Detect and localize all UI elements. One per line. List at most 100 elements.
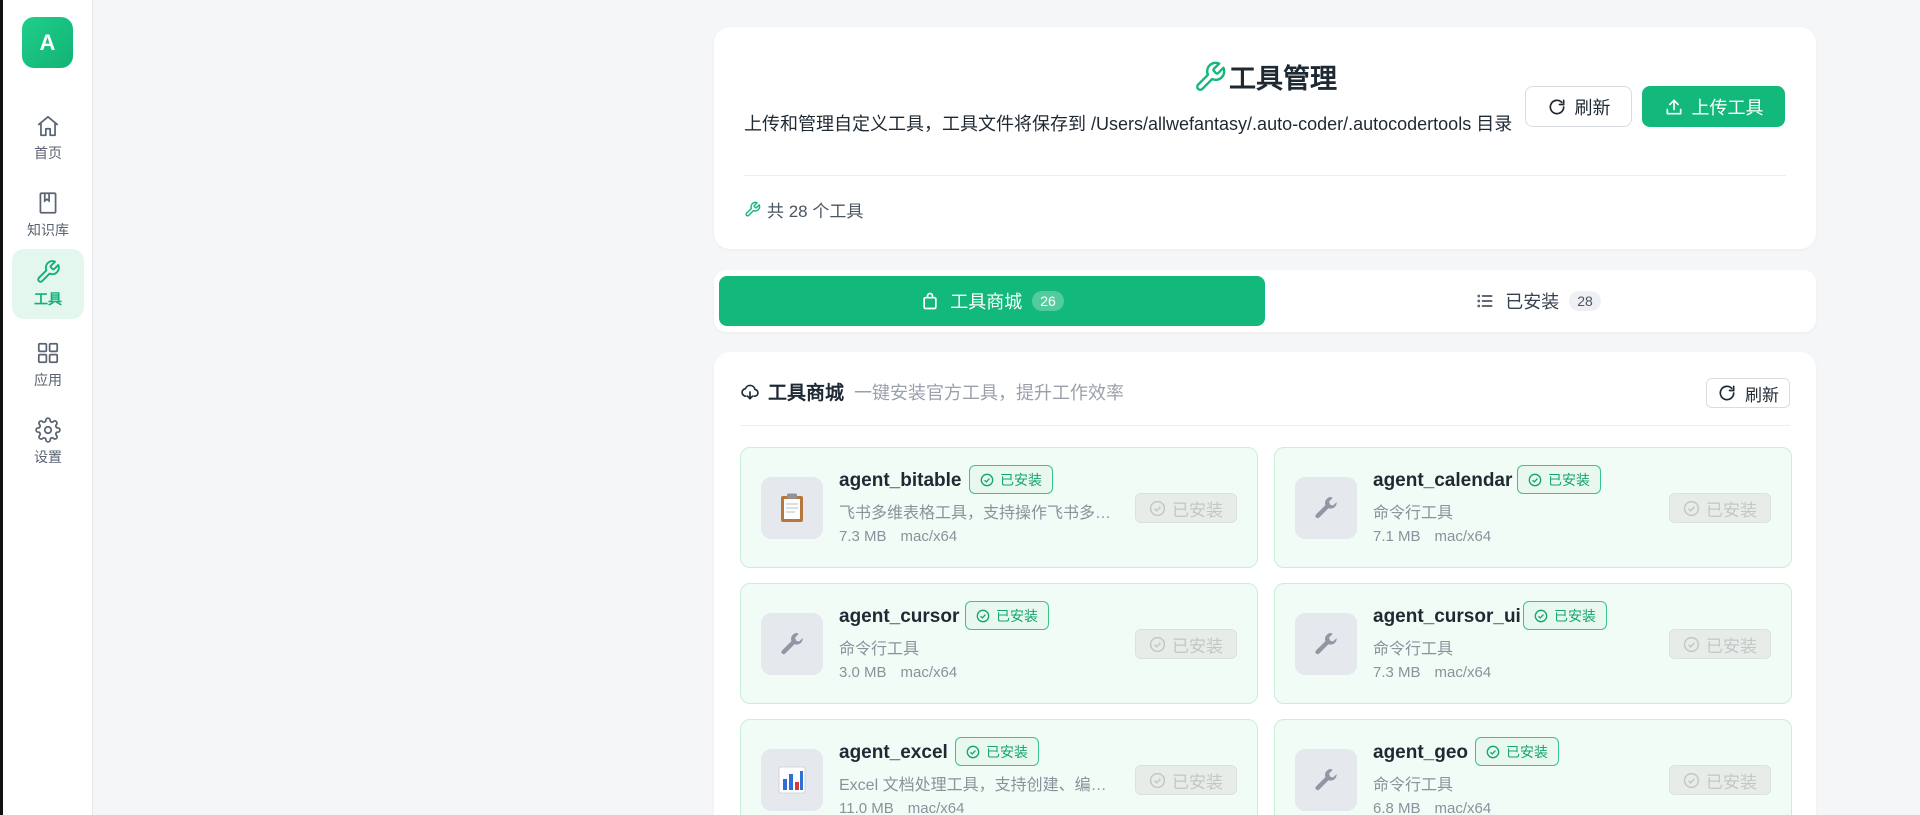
tool-icon-box xyxy=(761,477,823,539)
tool-name: agent_geo xyxy=(1373,742,1469,763)
tab-installed[interactable]: 已安装 28 xyxy=(1265,276,1811,326)
tool-meta: 3.0 MB mac/x64 xyxy=(839,664,957,681)
book-icon xyxy=(39,192,57,214)
tool-count: 共 28 个工具 xyxy=(744,197,863,222)
store-header: 工具商城 一键安装官方工具，提升工作效率 xyxy=(740,378,1124,405)
installed-button-label: 已安装 xyxy=(1706,772,1757,792)
tool-platform: mac/x64 xyxy=(1434,664,1492,681)
sidebar-item-label: 应用 xyxy=(34,372,62,388)
tool-description: Excel 文档处理工具，支持创建、编辑... xyxy=(839,777,1114,794)
check-circle-icon xyxy=(1528,473,1542,486)
tab-count-badge: 28 xyxy=(1569,291,1601,311)
installed-button[interactable]: 已安装 xyxy=(1135,765,1237,795)
tool-card-agent-bitable[interactable]: agent_bitable 已安装 飞书多维表格工具，支持操作飞书多维... 7… xyxy=(740,447,1258,568)
refresh-button[interactable]: 刷新 xyxy=(1525,86,1632,127)
store-subtitle: 一键安装官方工具，提升工作效率 xyxy=(854,382,1125,403)
upload-tool-button[interactable]: 上传工具 xyxy=(1642,86,1785,127)
sidebar-item-home[interactable]: 首页 xyxy=(12,103,84,173)
badge-label: 已安装 xyxy=(1506,743,1548,760)
wrench-icon xyxy=(745,201,761,217)
wrench-icon xyxy=(1315,497,1337,519)
installed-badge: 已安装 xyxy=(1475,737,1559,766)
header-card: 工具管理 上传和管理自定义工具，工具文件将保存到 /Users/allwefan… xyxy=(714,27,1816,249)
tool-platform: mac/x64 xyxy=(1434,800,1492,815)
installed-badge: 已安装 xyxy=(955,737,1039,766)
tab-count-badge: 26 xyxy=(1032,291,1064,311)
tool-card-agent-cursor-ui[interactable]: agent_cursor_ui 已安装 命令行工具 7.3 MB mac/x64… xyxy=(1274,583,1792,704)
cloud-download-icon xyxy=(741,384,759,399)
tool-card-agent-calendar[interactable]: agent_calendar 已安装 命令行工具 7.1 MB mac/x64 … xyxy=(1274,447,1792,568)
bar-chart-icon xyxy=(778,766,806,794)
divider xyxy=(740,425,1790,426)
home-icon xyxy=(37,115,59,137)
check-circle-icon xyxy=(1534,609,1548,622)
tool-card-agent-excel[interactable]: agent_excel 已安装 Excel 文档处理工具，支持创建、编辑... … xyxy=(740,719,1258,815)
check-circle-icon xyxy=(976,609,990,622)
check-circle-icon xyxy=(1149,500,1166,516)
tool-card-agent-cursor[interactable]: agent_cursor 已安装 命令行工具 3.0 MB mac/x64 已安… xyxy=(740,583,1258,704)
upload-button-label: 上传工具 xyxy=(1691,97,1764,118)
sidebar: A 首页 知识库 工具 应用 设置 xyxy=(3,0,93,815)
tool-description: 命令行工具 xyxy=(1373,641,1454,658)
tab-store[interactable]: 工具商城 26 xyxy=(719,276,1265,326)
refresh-button-label: 刷新 xyxy=(1574,97,1611,118)
tool-card-agent-geo[interactable]: agent_geo 已安装 命令行工具 6.8 MB mac/x64 已安装 xyxy=(1274,719,1792,815)
upload-icon xyxy=(1666,99,1681,114)
divider xyxy=(744,175,1786,176)
grid-icon xyxy=(37,342,59,364)
store-refresh-label: 刷新 xyxy=(1745,385,1779,405)
tool-platform: mac/x64 xyxy=(1434,528,1492,545)
tool-name: agent_excel xyxy=(839,742,948,763)
sidebar-item-label: 知识库 xyxy=(27,222,69,238)
badge-label: 已安装 xyxy=(996,607,1038,624)
check-circle-icon xyxy=(1683,772,1700,788)
tool-meta: 7.1 MB mac/x64 xyxy=(1373,528,1491,545)
wrench-icon xyxy=(1196,61,1226,91)
installed-button[interactable]: 已安装 xyxy=(1669,629,1771,659)
gear-icon xyxy=(35,417,61,443)
store-refresh-button[interactable]: 刷新 xyxy=(1706,378,1790,408)
sidebar-item-settings[interactable]: 设置 xyxy=(12,407,84,477)
tool-meta: 6.8 MB mac/x64 xyxy=(1373,800,1491,815)
list-icon xyxy=(1477,294,1493,308)
clipboard-icon xyxy=(781,493,803,522)
tool-name: agent_cursor xyxy=(839,606,960,627)
tab-label: 已安装 xyxy=(1505,292,1560,312)
installed-button[interactable]: 已安装 xyxy=(1135,493,1237,523)
tool-platform: mac/x64 xyxy=(907,800,965,815)
installed-button[interactable]: 已安装 xyxy=(1669,765,1771,795)
sidebar-item-label: 工具 xyxy=(34,291,62,307)
refresh-icon xyxy=(1719,385,1735,401)
installed-button-label: 已安装 xyxy=(1172,772,1223,792)
bag-icon xyxy=(923,292,937,310)
badge-label: 已安装 xyxy=(986,743,1028,760)
tool-icon-box xyxy=(1295,749,1357,811)
check-circle-icon xyxy=(966,745,980,758)
installed-badge: 已安装 xyxy=(965,601,1049,630)
installed-button-label: 已安装 xyxy=(1706,636,1757,656)
tool-size: 6.8 MB xyxy=(1373,800,1421,815)
tabs-bar: 工具商城 26 已安装 28 xyxy=(714,270,1816,332)
tool-meta: 7.3 MB mac/x64 xyxy=(1373,664,1491,681)
installed-button[interactable]: 已安装 xyxy=(1135,629,1237,659)
tool-name: agent_bitable xyxy=(839,470,962,491)
tool-description: 飞书多维表格工具，支持操作飞书多维... xyxy=(839,505,1114,522)
badge-label: 已安装 xyxy=(1548,471,1590,488)
installed-badge: 已安装 xyxy=(969,465,1053,494)
sidebar-item-apps[interactable]: 应用 xyxy=(12,330,84,400)
tool-icon-box xyxy=(1295,613,1357,675)
sidebar-item-tools[interactable]: 工具 xyxy=(12,249,84,319)
sidebar-item-knowledge[interactable]: 知识库 xyxy=(12,180,84,250)
tool-size: 3.0 MB xyxy=(839,664,887,681)
tool-description: 命令行工具 xyxy=(1373,777,1454,794)
page-title-text: 工具管理 xyxy=(1229,64,1337,94)
check-circle-icon xyxy=(1683,636,1700,652)
installed-button-label: 已安装 xyxy=(1172,636,1223,656)
check-circle-icon xyxy=(980,473,994,486)
tool-name: agent_calendar xyxy=(1373,470,1513,491)
installed-button[interactable]: 已安装 xyxy=(1669,493,1771,523)
installed-badge: 已安装 xyxy=(1523,601,1607,630)
check-circle-icon xyxy=(1683,500,1700,516)
check-circle-icon xyxy=(1149,772,1166,788)
app-logo[interactable]: A xyxy=(22,17,73,68)
